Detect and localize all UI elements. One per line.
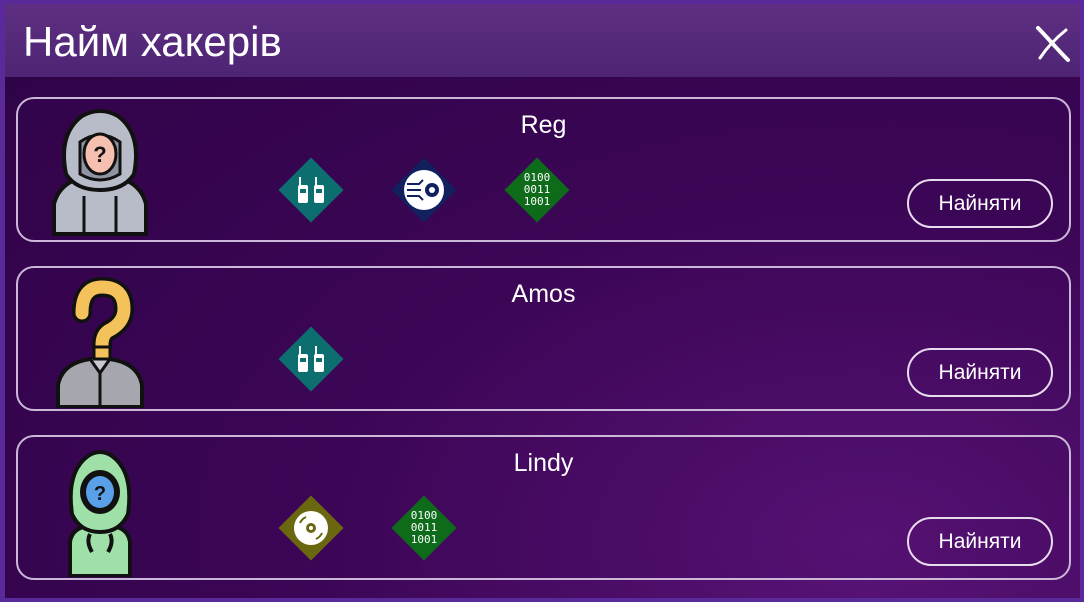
svg-text:?: ? (94, 483, 106, 505)
binary-line: 1001 (411, 533, 438, 546)
binary-line: 1001 (524, 195, 551, 208)
hacker-card-amos: Amos Найняти (16, 266, 1071, 411)
header-bar: Найм хакерів (5, 4, 1080, 77)
hire-button[interactable]: Найняти (907, 517, 1053, 566)
disc-icon (278, 495, 344, 561)
cyber-eye-icon (391, 157, 457, 223)
binary-code-icon: 0100 0011 1001 (504, 157, 570, 223)
close-icon[interactable] (1034, 24, 1072, 64)
hacker-name: Reg (520, 111, 567, 139)
walkie-talkie-icon (278, 157, 344, 223)
walkie-talkie-icon (278, 326, 344, 392)
hacker-card-reg: ? Reg 0100 0011 1001 Найняти (16, 97, 1071, 242)
hacker-card-lindy: ? Lindy 0100 0011 1001 Найняти (16, 435, 1071, 580)
svg-text:?: ? (93, 142, 106, 167)
hacker-name: Lindy (513, 449, 574, 477)
page-title: Найм хакерів (23, 18, 282, 65)
hacker-name: Amos (511, 280, 576, 308)
hire-button[interactable]: Найняти (907, 179, 1053, 228)
binary-code-icon: 0100 0011 1001 (391, 495, 457, 561)
hire-button[interactable]: Найняти (907, 348, 1053, 397)
